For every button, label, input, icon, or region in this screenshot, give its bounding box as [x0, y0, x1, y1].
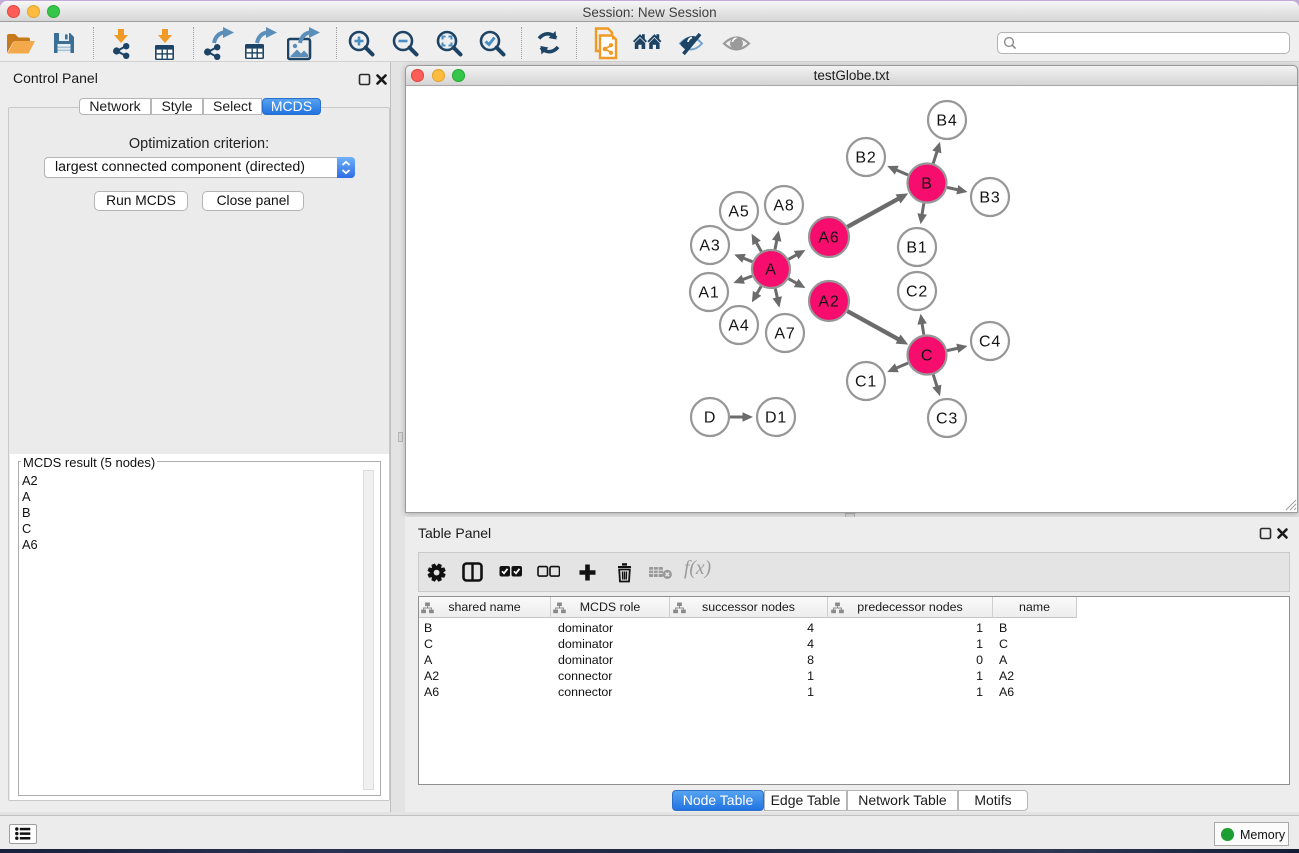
svg-text:B2: B2: [855, 150, 876, 167]
svg-text:B4: B4: [936, 113, 957, 130]
svg-text:A4: A4: [728, 318, 749, 335]
svg-text:D: D: [704, 410, 716, 427]
svg-text:A8: A8: [773, 198, 794, 215]
svg-text:A1: A1: [698, 285, 719, 302]
svg-text:D1: D1: [765, 410, 787, 427]
svg-text:A7: A7: [774, 326, 795, 343]
svg-text:A6: A6: [818, 230, 839, 247]
svg-text:C3: C3: [936, 411, 958, 428]
svg-text:C: C: [921, 348, 933, 365]
svg-text:A: A: [765, 262, 776, 279]
svg-text:C4: C4: [979, 334, 1001, 351]
svg-text:A3: A3: [699, 238, 720, 255]
svg-text:B3: B3: [979, 190, 1000, 207]
svg-text:C1: C1: [855, 374, 877, 391]
svg-text:C2: C2: [906, 284, 928, 301]
svg-text:B1: B1: [906, 240, 927, 257]
svg-text:A5: A5: [728, 204, 749, 221]
svg-text:B: B: [921, 176, 932, 193]
svg-text:A2: A2: [818, 294, 839, 311]
